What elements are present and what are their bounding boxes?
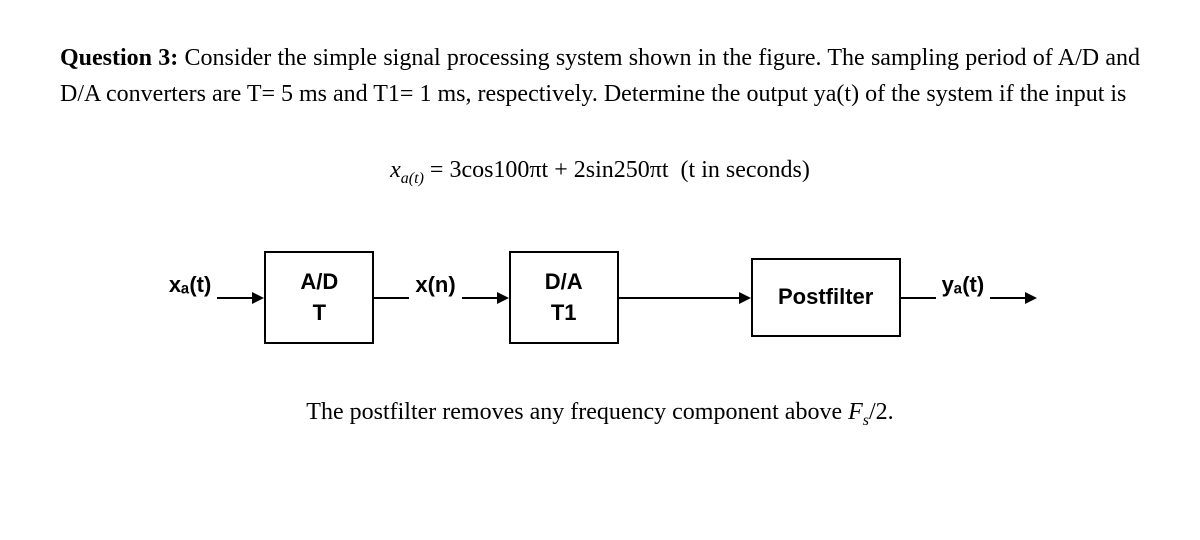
footer-before: The postfilter removes any frequency com… [306, 399, 848, 425]
ad-label: A/D [294, 267, 344, 298]
ad-period: T [294, 298, 344, 329]
postfilter-block: Postfilter [751, 258, 901, 337]
da-label: D/A [539, 267, 589, 298]
postfilter-note: The postfilter removes any frequency com… [60, 394, 1140, 433]
arrow-input [217, 292, 264, 304]
input-signal-label: xₐ(t) [169, 268, 212, 301]
arrow-output-left [901, 297, 936, 299]
arrow-output-right [990, 292, 1037, 304]
question-label: Question 3: [60, 45, 178, 71]
discrete-signal-label: x(n) [415, 268, 455, 301]
question-body: Consider the simple signal processing sy… [60, 45, 1140, 107]
da-converter-block: D/A T1 [509, 251, 619, 345]
eq-note: (t in seconds) [681, 157, 810, 183]
eq-lhs-var: x [390, 157, 401, 183]
question-text: Question 3: Consider the simple signal p… [60, 40, 1140, 112]
eq-rhs: = 3cos100πt + 2sin250πt [430, 157, 669, 183]
arrow-da-to-postfilter [619, 292, 751, 304]
footer-after: /2. [869, 399, 894, 425]
da-period: T1 [539, 298, 589, 329]
arrow-ad-to-da-left [374, 297, 409, 299]
arrow-ad-to-da-right [462, 292, 509, 304]
input-equation: xa(t) = 3cos100πt + 2sin250πt (t in seco… [60, 152, 1140, 191]
eq-lhs-sub: a(t) [401, 170, 424, 187]
output-signal-label: yₐ(t) [942, 268, 985, 301]
ad-converter-block: A/D T [264, 251, 374, 345]
postfilter-label: Postfilter [773, 282, 879, 313]
block-diagram: xₐ(t) A/D T x(n) D/A T1 Postfilter yₐ(t) [180, 251, 1020, 345]
footer-var: F [848, 399, 863, 425]
